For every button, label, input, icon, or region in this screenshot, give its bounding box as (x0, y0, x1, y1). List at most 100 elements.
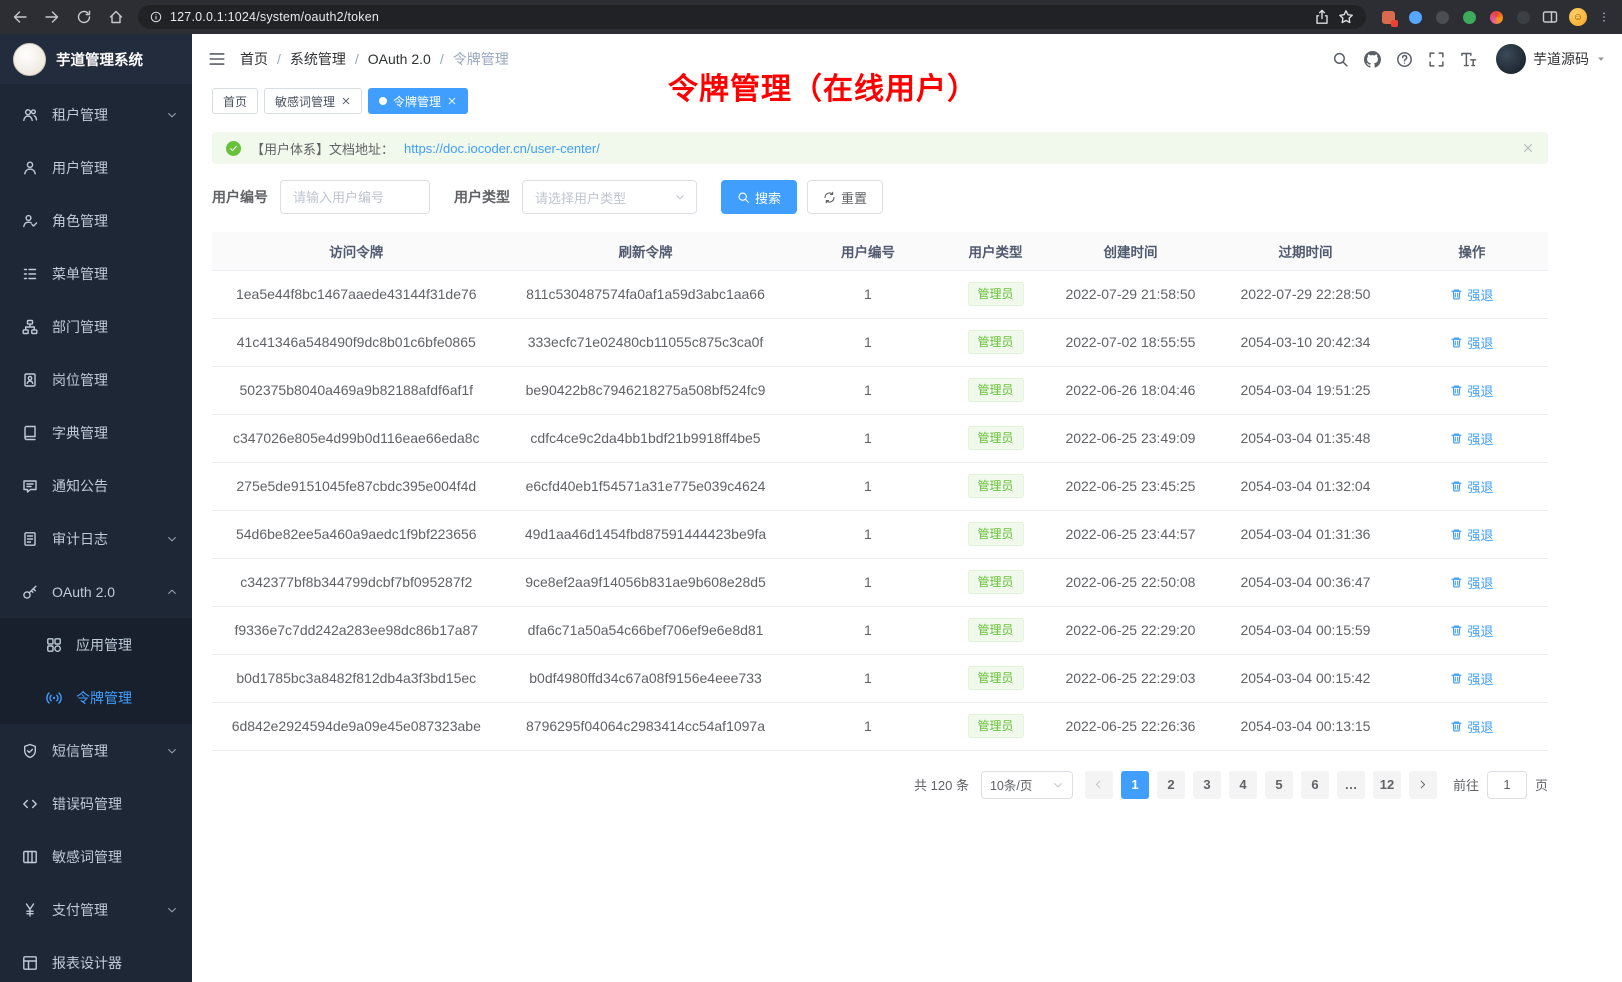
next-page-button[interactable] (1409, 771, 1437, 799)
breadcrumb-item[interactable]: 系统管理 (290, 49, 346, 69)
trash-icon (1450, 528, 1463, 541)
user-menu[interactable]: 芋道源码 (1496, 44, 1606, 74)
sidebar-item-label: 敏感词管理 (52, 847, 122, 867)
force-logout-button[interactable]: 强退 (1450, 333, 1493, 352)
browser-reload-icon[interactable] (76, 9, 92, 25)
browser-forward-icon[interactable] (44, 9, 60, 25)
sidebar-item-pay[interactable]: 支付管理 (0, 883, 192, 936)
extension-icon[interactable] (1488, 9, 1504, 25)
search-icon[interactable] (1332, 51, 1349, 68)
extension-icon[interactable] (1434, 9, 1450, 25)
tab-label: 敏感词管理 (275, 93, 335, 110)
page-button-1[interactable]: 1 (1121, 771, 1149, 799)
tab-home[interactable]: 首页 (212, 88, 258, 114)
page-button-5[interactable]: 5 (1265, 771, 1293, 799)
page-button-3[interactable]: 3 (1193, 771, 1221, 799)
force-logout-button[interactable]: 强退 (1450, 621, 1493, 640)
force-logout-button[interactable]: 强退 (1450, 717, 1493, 736)
username: 芋道源码 (1533, 49, 1589, 69)
force-logout-button[interactable]: 强退 (1450, 381, 1493, 400)
browser-nav (12, 9, 124, 25)
chevron-left-icon (1093, 779, 1104, 790)
sidebar-item-notice[interactable]: 通知公告 (0, 459, 192, 512)
user-type-select[interactable]: 请选择用户类型 (522, 180, 697, 214)
github-icon[interactable] (1364, 51, 1381, 68)
sidebar-item-oauth[interactable]: OAuth 2.0 (0, 565, 192, 618)
font-size-icon[interactable] (1460, 51, 1477, 68)
force-logout-button[interactable]: 强退 (1450, 477, 1493, 496)
force-logout-button[interactable]: 强退 (1450, 525, 1493, 544)
sidebar-item-oauth-app[interactable]: 应用管理 (0, 618, 192, 671)
user-type-cell: 管理员 (945, 702, 1045, 750)
sidebar-item-error-code[interactable]: 错误码管理 (0, 777, 192, 830)
created-at-cell: 2022-06-25 23:45:25 (1046, 462, 1216, 510)
alert-close-icon[interactable] (1522, 142, 1534, 154)
fullscreen-icon[interactable] (1428, 51, 1445, 68)
extension-icon[interactable] (1407, 9, 1423, 25)
user-type-tag: 管理员 (968, 570, 1024, 594)
sidebar-item-report[interactable]: 报表设计器 (0, 936, 192, 982)
page-button-6[interactable]: 6 (1301, 771, 1329, 799)
sidebar-item-role[interactable]: 角色管理 (0, 194, 192, 247)
page-button-12[interactable]: 12 (1373, 771, 1401, 799)
page-size-select[interactable]: 10条/页 (981, 771, 1073, 799)
breadcrumb-item[interactable]: 首页 (240, 49, 268, 69)
sidebar-item-label: 短信管理 (52, 741, 108, 761)
app-logo[interactable]: 芋道管理系统 (0, 34, 192, 84)
browser-address-bar[interactable]: 127.0.0.1:1024/system/oauth2/token (138, 5, 1366, 29)
table-row: 41c41346a548490f9dc8b01c6bfe0865333ecfc7… (212, 318, 1548, 366)
refresh-token-cell: 8796295f04064c2983414cc54af1097a (501, 702, 791, 750)
sidebar-item-dept[interactable]: 部门管理 (0, 300, 192, 353)
user-id-input[interactable] (280, 180, 430, 214)
browser-profile-avatar[interactable]: ☺ (1569, 8, 1587, 26)
browser-home-icon[interactable] (108, 9, 124, 25)
sidebar-item-audit-log[interactable]: 审计日志 (0, 512, 192, 565)
help-icon[interactable] (1396, 51, 1413, 68)
user-icon (22, 160, 38, 176)
access-token-cell: b0d1785bc3a8482f812db4a3f3bd15ec (212, 654, 501, 702)
trash-icon (1450, 336, 1463, 349)
search-button-label: 搜索 (755, 188, 781, 207)
sidebar-item-tenant[interactable]: 租户管理 (0, 88, 192, 141)
force-logout-button[interactable]: 强退 (1450, 669, 1493, 688)
action-cell: 强退 (1396, 510, 1548, 558)
force-logout-button[interactable]: 强退 (1450, 429, 1493, 448)
sidebar-item-dict[interactable]: 字典管理 (0, 406, 192, 459)
jump-page-input[interactable] (1487, 771, 1527, 799)
tab-token[interactable]: 令牌管理 (368, 88, 468, 114)
sidebar-item-sensitive-word[interactable]: 敏感词管理 (0, 830, 192, 883)
breadcrumb-item[interactable]: OAuth 2.0 (368, 51, 431, 67)
hamburger-icon[interactable] (208, 50, 226, 68)
sidebar: 芋道管理系统 租户管理用户管理角色管理菜单管理部门管理岗位管理字典管理通知公告审… (0, 34, 192, 982)
page-button-2[interactable]: 2 (1157, 771, 1185, 799)
search-button[interactable]: 搜索 (721, 180, 797, 214)
alert-doc-link[interactable]: https://doc.iocoder.cn/user-center/ (404, 141, 600, 156)
bookmark-star-icon[interactable] (1338, 9, 1354, 25)
force-logout-button[interactable]: 强退 (1450, 573, 1493, 592)
sidebar-item-sms[interactable]: 短信管理 (0, 724, 192, 777)
sidebar-nav: 租户管理用户管理角色管理菜单管理部门管理岗位管理字典管理通知公告审计日志OAut… (0, 84, 192, 982)
extension-icon[interactable] (1380, 9, 1396, 25)
refresh-token-cell: 333ecfc71e02480cb11055c875c3ca0f (501, 318, 791, 366)
extension-icon[interactable] (1461, 9, 1477, 25)
browser-menu-icon[interactable] (1598, 11, 1610, 23)
share-icon[interactable] (1314, 9, 1330, 25)
sidebar-item-post[interactable]: 岗位管理 (0, 353, 192, 406)
page-info-icon[interactable] (150, 11, 162, 23)
prev-page-button[interactable] (1085, 771, 1113, 799)
shield-icon (22, 743, 38, 759)
column-header: 操作 (1396, 232, 1548, 270)
alert-text: 【用户体系】文档地址： (251, 139, 394, 158)
extension-icon[interactable] (1515, 9, 1531, 25)
force-logout-label: 强退 (1467, 429, 1493, 448)
page-ellipsis[interactable]: … (1337, 771, 1365, 799)
page-button-4[interactable]: 4 (1229, 771, 1257, 799)
tab-sensitive-word[interactable]: 敏感词管理 (264, 88, 362, 114)
browser-back-icon[interactable] (12, 9, 28, 25)
sidebar-item-user[interactable]: 用户管理 (0, 141, 192, 194)
reset-button[interactable]: 重置 (807, 180, 883, 214)
sidebar-item-menu[interactable]: 菜单管理 (0, 247, 192, 300)
sidebar-item-oauth-token[interactable]: 令牌管理 (0, 671, 192, 724)
split-view-icon[interactable] (1542, 9, 1558, 25)
force-logout-button[interactable]: 强退 (1450, 285, 1493, 304)
